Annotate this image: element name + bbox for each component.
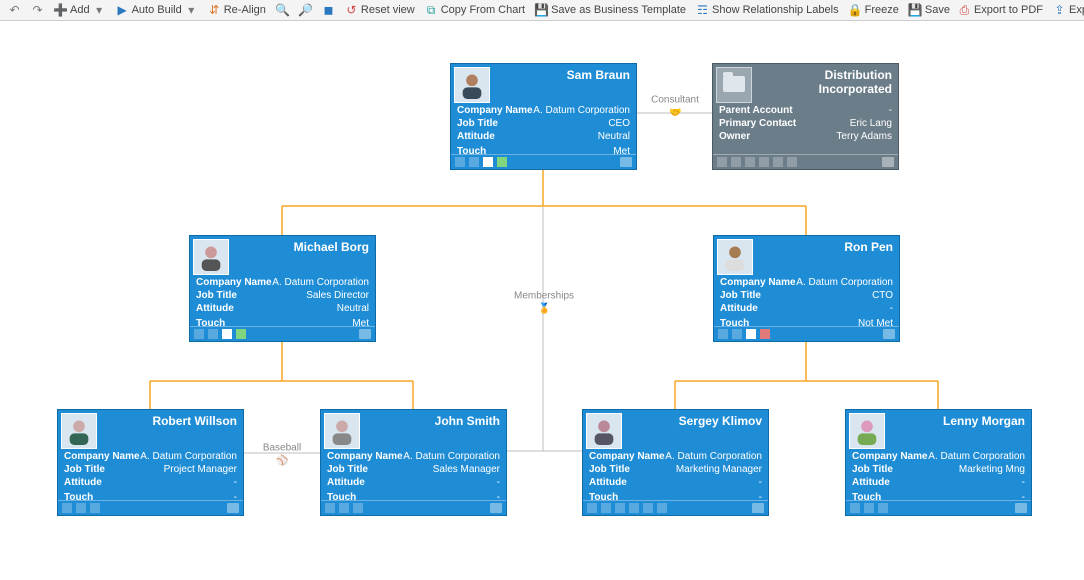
- relation-icon: ☶: [696, 4, 709, 17]
- zoom-in-button[interactable]: 🔍: [272, 4, 293, 17]
- card-title: Ron Pen: [756, 236, 899, 254]
- card-title: Distribution Incorporated: [755, 64, 898, 96]
- redo-icon: ↷: [31, 4, 44, 17]
- save-button[interactable]: 💾Save: [905, 0, 954, 20]
- card-footer: [451, 154, 636, 169]
- card-title: John Smith: [363, 410, 506, 428]
- copy-from-chart-button[interactable]: ⧉Copy From Chart: [421, 0, 529, 20]
- card-lenny-morgan[interactable]: Lenny Morgan Company NameJob TitleAttitu…: [845, 409, 1032, 516]
- fit-screen-icon: ◼: [322, 4, 335, 17]
- card-john-smith[interactable]: John Smith Company NameJob TitleAttitude…: [320, 409, 507, 516]
- export-icon: ⇪: [1053, 4, 1066, 17]
- reset-view-button[interactable]: ↺Reset view: [341, 0, 419, 20]
- card-sergey-klimov[interactable]: Sergey Klimov Company NameJob TitleAttit…: [582, 409, 769, 516]
- vcard-icon[interactable]: [882, 157, 894, 167]
- auto-build-button[interactable]: ▶Auto Build▾: [112, 0, 202, 20]
- avatar: [61, 413, 97, 449]
- hierarchy-icon: ⇵: [208, 4, 221, 17]
- handshake-icon: 🤝: [669, 108, 681, 120]
- card-footer: [713, 154, 898, 169]
- avatar: [849, 413, 885, 449]
- card-title: Robert Willson: [100, 410, 243, 428]
- avatar: [454, 67, 490, 103]
- card-title: Sam Braun: [493, 64, 636, 82]
- fit-button[interactable]: ◼: [318, 4, 339, 17]
- add-button[interactable]: ➕Add▾: [50, 0, 110, 20]
- redo-button[interactable]: ↷: [27, 4, 48, 17]
- reset-icon: ↺: [345, 4, 358, 17]
- vcard-icon[interactable]: [752, 503, 764, 513]
- realign-button[interactable]: ⇵Re-Align: [204, 0, 270, 20]
- card-sam-braun[interactable]: Sam Braun Company Name Job Title Attitud…: [450, 63, 637, 170]
- zoom-out-icon: 🔎: [299, 4, 312, 17]
- zoom-out-button[interactable]: 🔎: [295, 4, 316, 17]
- pdf-icon: ⎙: [958, 4, 971, 17]
- card-ron-pen[interactable]: Ron Pen Company NameJob TitleAttitude A.…: [713, 235, 900, 342]
- undo-button[interactable]: ↶: [4, 4, 25, 17]
- export-button[interactable]: ⇪Export: [1049, 0, 1084, 20]
- play-icon: ▶: [116, 4, 129, 17]
- baseball-icon: ⚾: [276, 456, 288, 468]
- vcard-icon[interactable]: [620, 157, 632, 167]
- vcard-icon[interactable]: [1015, 503, 1027, 513]
- org-chart-canvas[interactable]: Consultant 🤝 Memberships 🏅 Baseball ⚾ Sa…: [0, 21, 1084, 580]
- save-template-icon: 💾: [535, 4, 548, 17]
- card-michael-borg[interactable]: Michael Borg Company NameJob TitleAttitu…: [189, 235, 376, 342]
- rel-label-memberships: Memberships 🏅: [514, 291, 574, 316]
- avatar: [717, 239, 753, 275]
- plus-icon: ➕: [54, 4, 67, 17]
- folder-icon: [716, 67, 752, 103]
- copy-icon: ⧉: [425, 4, 438, 17]
- lock-icon: 🔒: [849, 4, 862, 17]
- card-robert-willson[interactable]: Robert Willson Company NameJob TitleAtti…: [57, 409, 244, 516]
- disk-icon: 💾: [909, 4, 922, 17]
- toolbar: ↶ ↷ ➕Add▾ ▶Auto Build▾ ⇵Re-Align 🔍 🔎 ◼ ↺…: [0, 0, 1084, 21]
- show-rel-labels-button[interactable]: ☶Show Relationship Labels: [692, 0, 843, 20]
- avatar: [586, 413, 622, 449]
- card-title: Sergey Klimov: [625, 410, 768, 428]
- zoom-in-icon: 🔍: [276, 4, 289, 17]
- card-title: Michael Borg: [232, 236, 375, 254]
- vcard-icon[interactable]: [227, 503, 239, 513]
- chevron-down-icon: ▾: [185, 4, 198, 17]
- save-template-button[interactable]: 💾Save as Business Template: [531, 0, 690, 20]
- vcard-icon[interactable]: [359, 329, 371, 339]
- vcard-icon[interactable]: [883, 329, 895, 339]
- rel-label-consultant: Consultant 🤝: [651, 95, 699, 120]
- avatar: [193, 239, 229, 275]
- vcard-icon[interactable]: [490, 503, 502, 513]
- freeze-button[interactable]: 🔒Freeze: [845, 0, 903, 20]
- chevron-down-icon: ▾: [93, 4, 106, 17]
- avatar: [324, 413, 360, 449]
- undo-icon: ↶: [8, 4, 21, 17]
- export-pdf-button[interactable]: ⎙Export to PDF: [954, 0, 1047, 20]
- card-title: Lenny Morgan: [888, 410, 1031, 428]
- rel-label-baseball: Baseball ⚾: [263, 443, 301, 468]
- badge-icon: 🏅: [538, 304, 550, 316]
- card-distribution[interactable]: Distribution Incorporated Parent Account…: [712, 63, 899, 170]
